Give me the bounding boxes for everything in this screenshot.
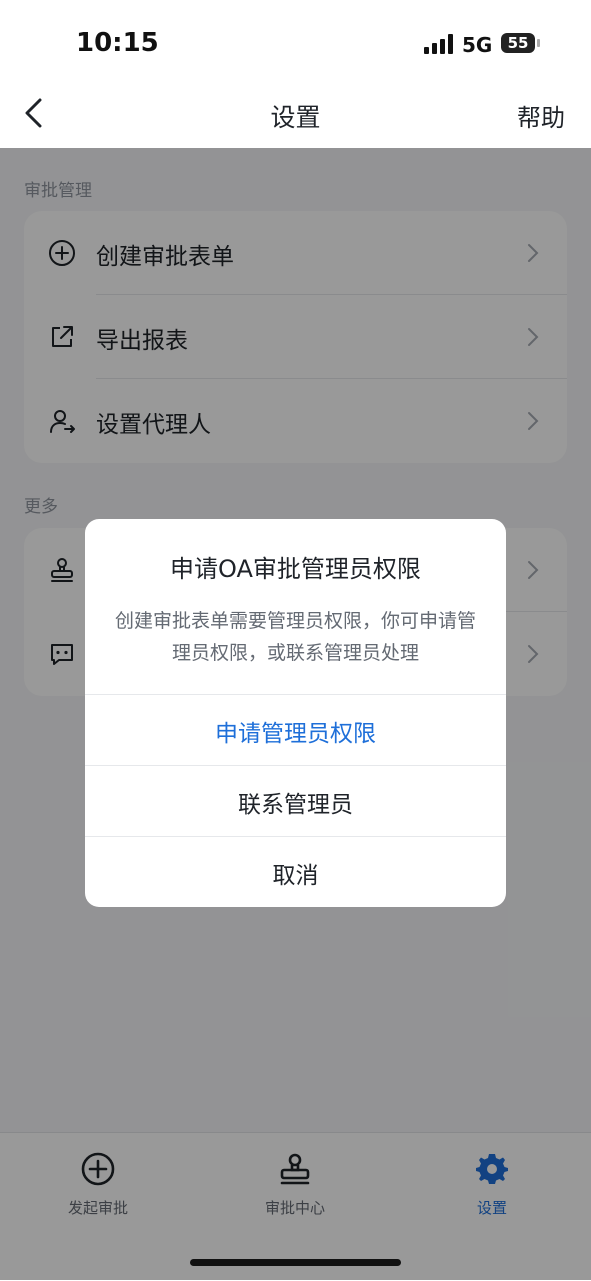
- status-time: 10:15: [76, 28, 159, 58]
- nav-bar: 设置 帮助: [0, 80, 591, 148]
- dialog-message: 创建审批表单需要管理员权限，你可申请管理员权限，或联系管理员处理: [114, 610, 476, 664]
- signal-icon: [424, 34, 453, 54]
- battery-icon: 55: [501, 33, 535, 53]
- admin-permission-dialog: 申请OA审批管理员权限 创建审批表单需要管理员权限，你可申请管理员权限，或联系管…: [85, 519, 506, 907]
- page-title: 设置: [270, 103, 321, 132]
- battery-nub: [537, 39, 540, 47]
- cancel-button[interactable]: 取消: [85, 836, 506, 907]
- status-bar: 10:15 5G 55: [0, 0, 591, 80]
- home-indicator: [190, 1259, 401, 1266]
- network-type: 5G: [462, 33, 493, 57]
- request-admin-button[interactable]: 申请管理员权限: [85, 694, 506, 766]
- contact-admin-button[interactable]: 联系管理员: [85, 765, 506, 837]
- help-button[interactable]: 帮助: [517, 98, 565, 133]
- dialog-title: 申请OA审批管理员权限: [170, 555, 421, 583]
